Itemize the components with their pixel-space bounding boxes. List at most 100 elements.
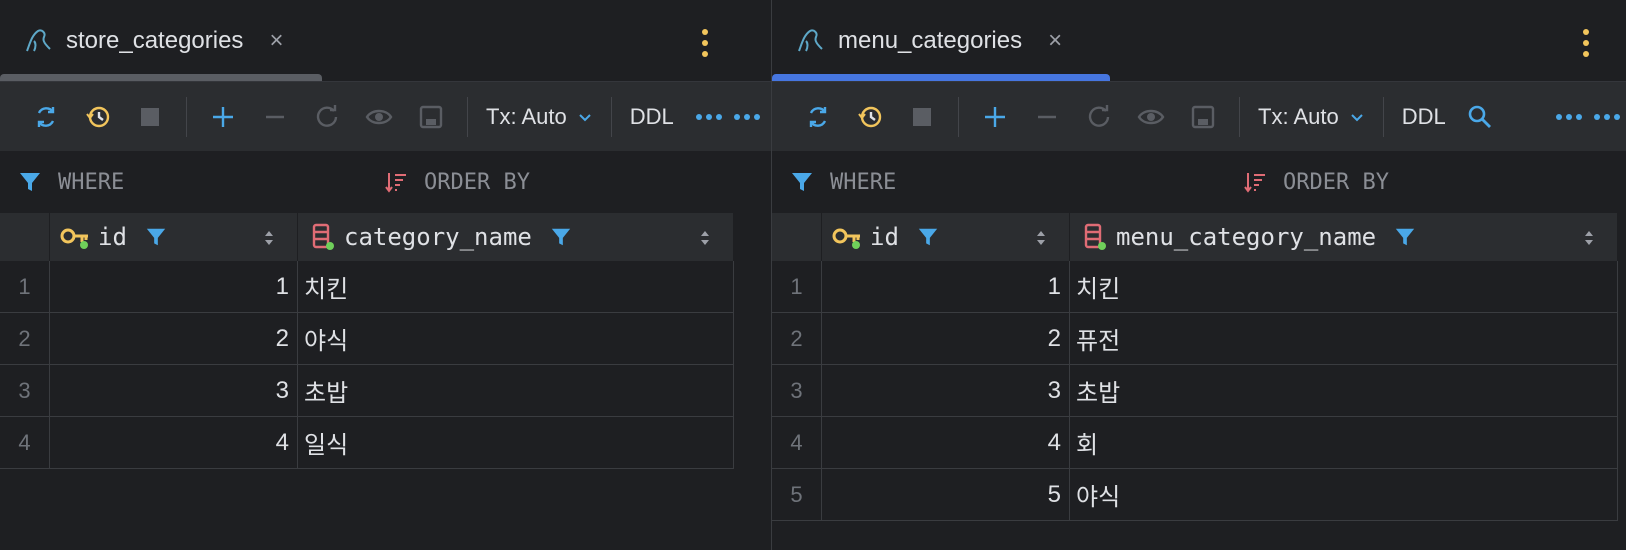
history-icon[interactable]: [844, 91, 896, 143]
name-cell[interactable]: 일식: [298, 417, 734, 469]
refresh-icon[interactable]: [20, 91, 72, 143]
row-number: 4: [0, 417, 50, 469]
row-number: 3: [0, 365, 50, 417]
id-cell[interactable]: 5: [822, 469, 1070, 521]
id-cell[interactable]: 4: [50, 417, 298, 469]
mysql-dolphin-icon: [798, 29, 823, 52]
result-grid: id menu_category_name 1 1 치킨 2 2 퓨전 3 3 …: [772, 213, 1618, 521]
preview-eye-icon[interactable]: [1125, 91, 1177, 143]
table-row[interactable]: 2 2 야식: [0, 313, 734, 365]
id-cell[interactable]: 1: [822, 261, 1070, 313]
table-row[interactable]: 5 5 야식: [772, 469, 1618, 521]
column-icon: [312, 223, 334, 250]
delete-row-icon[interactable]: [249, 91, 301, 143]
left-toolbar: Tx: Auto DDL: [0, 82, 771, 152]
name-cell[interactable]: 초밥: [298, 365, 734, 417]
tx-mode-dropdown[interactable]: Tx: Auto: [1250, 104, 1373, 130]
table-row[interactable]: 1 1 치킨: [772, 261, 1618, 313]
more-options-icon[interactable]: [1550, 113, 1588, 120]
id-cell[interactable]: 4: [822, 417, 1070, 469]
primary-key-icon: [60, 228, 88, 249]
name-cell[interactable]: 치킨: [1070, 261, 1618, 313]
where-filter[interactable]: WHERE: [18, 170, 124, 195]
mysql-dolphin-icon: [26, 29, 51, 52]
tab-close-icon[interactable]: ×: [269, 27, 283, 55]
right-tab-bar: menu_categories ×: [772, 0, 1626, 82]
more-actions-icon[interactable]: [728, 113, 766, 120]
column-filter-icon[interactable]: [1394, 226, 1416, 248]
header-row: id menu_category_name: [772, 213, 1618, 261]
ddl-button[interactable]: DDL: [622, 104, 682, 130]
column-filter-icon[interactable]: [145, 226, 167, 248]
name-cell[interactable]: 회: [1070, 417, 1618, 469]
table-row[interactable]: 3 3 초밥: [772, 365, 1618, 417]
filter-icon: [20, 173, 40, 191]
toolbar-separator: [610, 96, 612, 137]
tab-close-icon[interactable]: ×: [1048, 27, 1062, 55]
column-name: id: [870, 223, 899, 251]
stop-icon[interactable]: [896, 91, 948, 143]
column-filter-icon[interactable]: [917, 226, 939, 248]
where-filter[interactable]: WHERE: [790, 170, 896, 195]
name-cell[interactable]: 야식: [298, 313, 734, 365]
table-row[interactable]: 3 3 초밥: [0, 365, 734, 417]
sort-arrows-icon[interactable]: [1035, 228, 1047, 248]
search-icon[interactable]: [1454, 91, 1506, 143]
delete-row-icon[interactable]: [1021, 91, 1073, 143]
kebab-menu-icon[interactable]: [1583, 29, 1589, 57]
ddl-button[interactable]: DDL: [1394, 104, 1454, 130]
id-cell[interactable]: 2: [822, 313, 1070, 365]
column-filter-icon[interactable]: [550, 226, 572, 248]
where-label: WHERE: [58, 169, 125, 195]
kebab-menu-icon[interactable]: [702, 29, 708, 57]
right-editor-pane: menu_categories × Tx: Auto DDL WHERE ORD…: [772, 0, 1626, 550]
toolbar-separator: [1239, 96, 1240, 137]
column-name: id: [98, 223, 127, 251]
sort-arrows-icon[interactable]: [1583, 228, 1595, 248]
filter-bar: WHERE ORDER BY: [0, 152, 771, 212]
result-grid: id category_name 1 1 치킨 2 2 야식 3 3 초밥 4 …: [0, 213, 734, 469]
refresh-icon[interactable]: [792, 91, 844, 143]
table-row[interactable]: 1 1 치킨: [0, 261, 734, 313]
orderby-filter[interactable]: ORDER BY: [1243, 170, 1389, 195]
name-cell[interactable]: 퓨전: [1070, 313, 1618, 365]
sort-arrows-icon[interactable]: [263, 228, 275, 248]
table-row[interactable]: 4 4 회: [772, 417, 1618, 469]
revert-icon[interactable]: [1073, 91, 1125, 143]
chevron-down-icon: [1351, 113, 1363, 121]
id-cell[interactable]: 3: [50, 365, 298, 417]
sort-arrows-icon[interactable]: [699, 228, 711, 248]
column-header-id[interactable]: id: [50, 213, 298, 261]
history-icon[interactable]: [72, 91, 124, 143]
add-row-icon[interactable]: [969, 91, 1021, 143]
orderby-label: ORDER BY: [424, 169, 530, 195]
row-number: 4: [772, 417, 822, 469]
column-header-id[interactable]: id: [822, 213, 1070, 261]
column-icon: [1084, 223, 1106, 250]
more-actions-icon[interactable]: [1588, 113, 1626, 120]
tx-mode-label: Tx: Auto: [486, 103, 567, 129]
save-icon[interactable]: [405, 91, 457, 143]
id-cell[interactable]: 3: [822, 365, 1070, 417]
tab-menu-categories[interactable]: menu_categories ×: [794, 0, 1062, 82]
save-icon[interactable]: [1177, 91, 1229, 143]
column-header-menu-category-name[interactable]: menu_category_name: [1070, 213, 1618, 261]
chevron-down-icon: [579, 113, 591, 121]
name-cell[interactable]: 야식: [1070, 469, 1618, 521]
preview-eye-icon[interactable]: [353, 91, 405, 143]
id-cell[interactable]: 2: [50, 313, 298, 365]
name-cell[interactable]: 치킨: [298, 261, 734, 313]
id-cell[interactable]: 1: [50, 261, 298, 313]
orderby-filter[interactable]: ORDER BY: [384, 170, 530, 195]
table-row[interactable]: 2 2 퓨전: [772, 313, 1618, 365]
table-row[interactable]: 4 4 일식: [0, 417, 734, 469]
tab-store-categories[interactable]: store_categories ×: [22, 0, 283, 82]
row-number: 2: [772, 313, 822, 365]
name-cell[interactable]: 초밥: [1070, 365, 1618, 417]
revert-icon[interactable]: [301, 91, 353, 143]
add-row-icon[interactable]: [197, 91, 249, 143]
more-options-icon[interactable]: [690, 113, 728, 120]
tx-mode-dropdown[interactable]: Tx: Auto: [478, 104, 601, 130]
stop-icon[interactable]: [124, 91, 176, 143]
column-header-category-name[interactable]: category_name: [298, 213, 734, 261]
